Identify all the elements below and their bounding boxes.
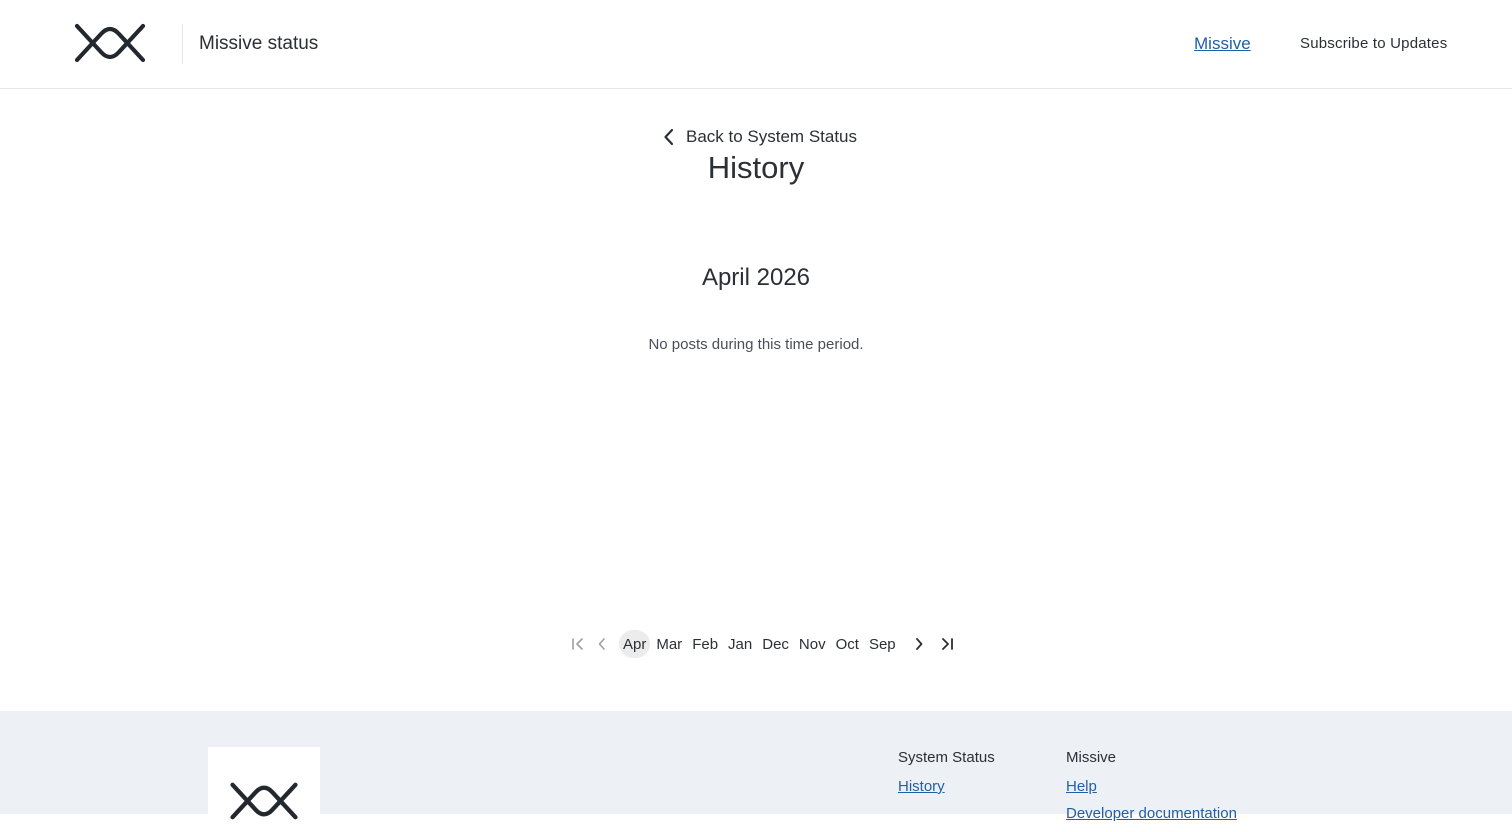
month-pagination: Apr Mar Feb Jan Dec Nov Oct Sep [566, 630, 959, 658]
page-title: History [707, 150, 805, 185]
footer-column-missive: Missive Help Developer documentation [1066, 749, 1237, 832]
month-list: Apr Mar Feb Jan Dec Nov Oct Sep [618, 630, 901, 658]
month-link-oct[interactable]: Oct [832, 630, 863, 658]
footer-logo[interactable] [208, 747, 320, 827]
footer-column-heading: Missive [1066, 749, 1117, 766]
first-page-icon[interactable] [566, 630, 590, 658]
back-link-label: Back to System Status [686, 127, 858, 146]
footer-link-history[interactable]: History [898, 778, 995, 796]
month-title: April 2026 [701, 264, 811, 291]
back-to-status-link[interactable]: Back to System Status [662, 126, 857, 148]
last-page-icon[interactable] [935, 630, 959, 658]
site-header: Missive status Missive Subscribe to Upda… [0, 0, 1512, 89]
next-page-icon[interactable] [907, 630, 931, 658]
brand-title[interactable]: Missive status [199, 33, 318, 55]
missive-nav-link[interactable]: Missive [1194, 34, 1251, 54]
footer-column-heading: System Status [898, 749, 995, 766]
previous-page-icon[interactable] [590, 630, 614, 658]
missive-logo-icon [230, 782, 298, 820]
footer-column-system-status: System Status History [898, 749, 995, 805]
month-link-mar[interactable]: Mar [652, 630, 686, 658]
chevron-left-icon [662, 128, 676, 146]
missive-logo-icon[interactable] [74, 22, 146, 64]
footer-link-help[interactable]: Help [1066, 778, 1237, 796]
header-divider [182, 24, 183, 64]
month-link-apr[interactable]: Apr [619, 630, 651, 658]
month-link-dec[interactable]: Dec [758, 630, 793, 658]
month-link-sep[interactable]: Sep [865, 630, 900, 658]
empty-state-message: No posts during this time period. [648, 336, 864, 353]
month-link-feb[interactable]: Feb [688, 630, 722, 658]
month-link-nov[interactable]: Nov [795, 630, 830, 658]
site-footer: System Status History Missive Help Devel… [0, 711, 1512, 827]
footer-link-developer-documentation[interactable]: Developer documentation [1066, 805, 1237, 823]
subscribe-button[interactable]: Subscribe to Updates [1300, 35, 1447, 53]
month-link-jan[interactable]: Jan [724, 630, 756, 658]
